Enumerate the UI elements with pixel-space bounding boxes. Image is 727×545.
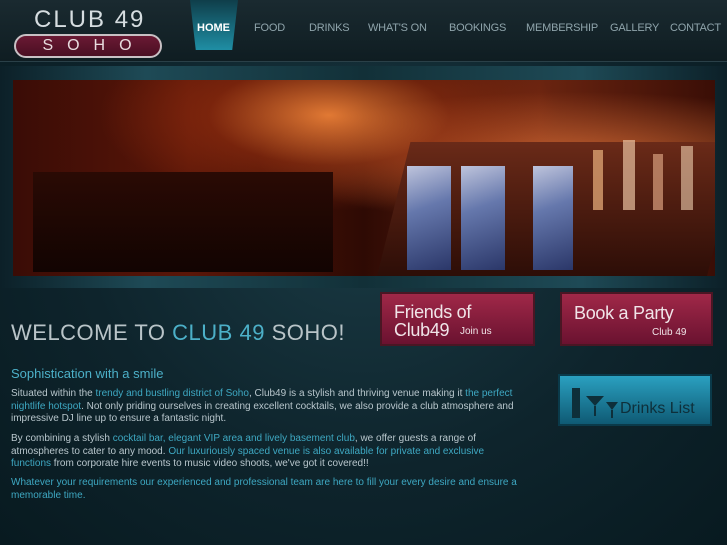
drinks-list-label: Drinks List <box>620 400 695 417</box>
nav-item-membership[interactable]: MEMBERSHIP <box>526 22 598 34</box>
logo-title: CLUB 49 <box>34 6 146 33</box>
title-post: SOHO! <box>271 320 345 345</box>
page-title: WELCOME TO CLUB 49 SOHO! <box>11 320 345 346</box>
intro-paragraph: Situated within the trendy and bustling … <box>11 388 526 426</box>
nav-item-home[interactable]: HOME <box>197 22 230 34</box>
book-a-party-button[interactable]: Book a Party Club 49 <box>560 292 713 346</box>
friends-line2: Club49 <box>394 320 450 340</box>
title-pre: WELCOME TO <box>11 320 166 345</box>
banner-booth <box>33 172 333 272</box>
venue-paragraph: By combining a stylish cocktail bar, ele… <box>11 433 526 471</box>
party-title: Book a Party <box>574 303 674 323</box>
venue-areas-link[interactable]: cocktail bar, elegant VIP area and livel… <box>113 433 355 444</box>
p1-text-b: , Club49 is a stylish and thriving venue… <box>248 388 466 399</box>
drinks-list-button[interactable]: Drinks List <box>558 374 712 426</box>
club49-logo[interactable]: CLUB 49 SOHO <box>14 4 164 60</box>
nav-item-food[interactable]: FOOD <box>254 22 285 34</box>
cocktail-bar-icon <box>572 388 618 418</box>
banner-photo <box>13 80 715 276</box>
header: CLUB 49 SOHO HOME FOOD DRINKS WHAT'S ON … <box>0 0 727 62</box>
p2-text-a: By combining a stylish <box>11 433 113 444</box>
friends-sub: Join us <box>460 326 492 337</box>
nav-item-drinks[interactable]: DRINKS <box>309 22 350 34</box>
subtitle: Sophistication with a smile <box>11 366 164 381</box>
banner-bottles <box>593 140 693 210</box>
nav-item-whats-on[interactable]: WHAT'S ON <box>368 22 427 34</box>
title-highlight: CLUB 49 <box>172 320 265 345</box>
p1-text-c: . Not only priding ourselves in creating… <box>11 400 514 425</box>
banner-bar-panel <box>461 166 505 270</box>
p2-text-c: from corporate hire events to music vide… <box>51 458 369 469</box>
soho-district-link[interactable]: trendy and bustling district of Soho <box>96 388 249 399</box>
p1-text-a: Situated within the <box>11 388 96 399</box>
nav-item-contact[interactable]: CONTACT <box>670 22 721 34</box>
banner-bar-panel <box>533 166 573 270</box>
team-paragraph: Whatever your requirements our experienc… <box>11 477 517 501</box>
nav-item-gallery[interactable]: GALLERY <box>610 22 659 34</box>
logo-subtitle: SOHO <box>14 34 162 58</box>
nav-item-bookings[interactable]: BOOKINGS <box>449 22 506 34</box>
banner-bar-panel <box>407 166 451 270</box>
friends-of-club49-button[interactable]: Friends of Club49 Join us <box>380 292 535 346</box>
party-sub: Club 49 <box>652 327 687 338</box>
